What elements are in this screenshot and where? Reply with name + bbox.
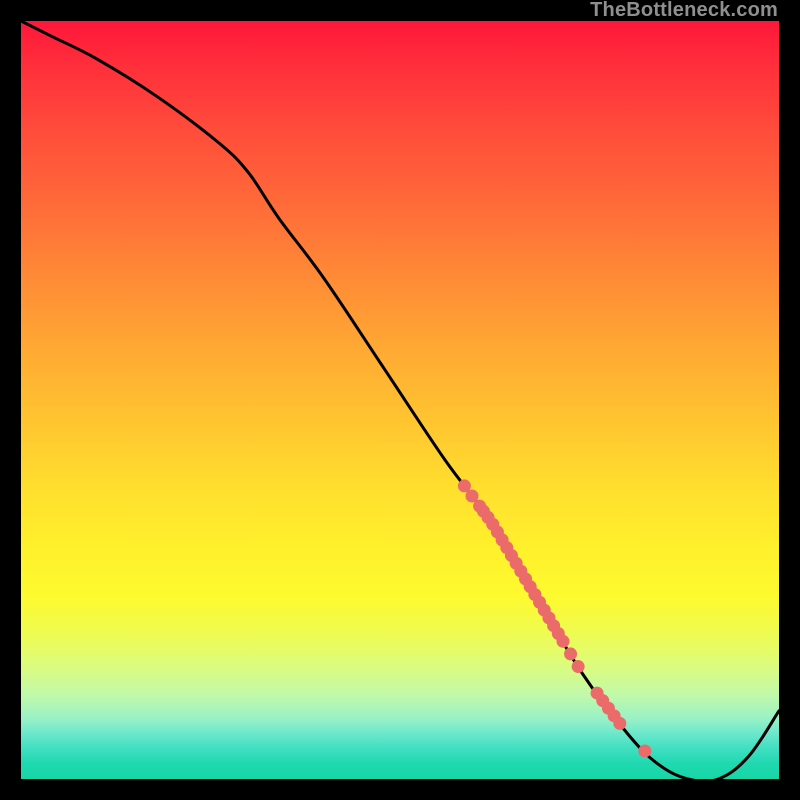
data-marker — [572, 660, 585, 673]
data-marker — [556, 635, 569, 648]
chart-svg — [21, 21, 779, 779]
plot-area — [21, 21, 779, 779]
bottleneck-curve — [21, 21, 779, 782]
data-marker — [613, 717, 626, 730]
marker-group — [458, 479, 651, 757]
watermark-text: TheBottleneck.com — [590, 0, 778, 22]
curve-group — [21, 21, 779, 782]
data-marker — [564, 647, 577, 660]
data-marker — [638, 744, 651, 757]
chart-stage: TheBottleneck.com — [0, 0, 800, 800]
